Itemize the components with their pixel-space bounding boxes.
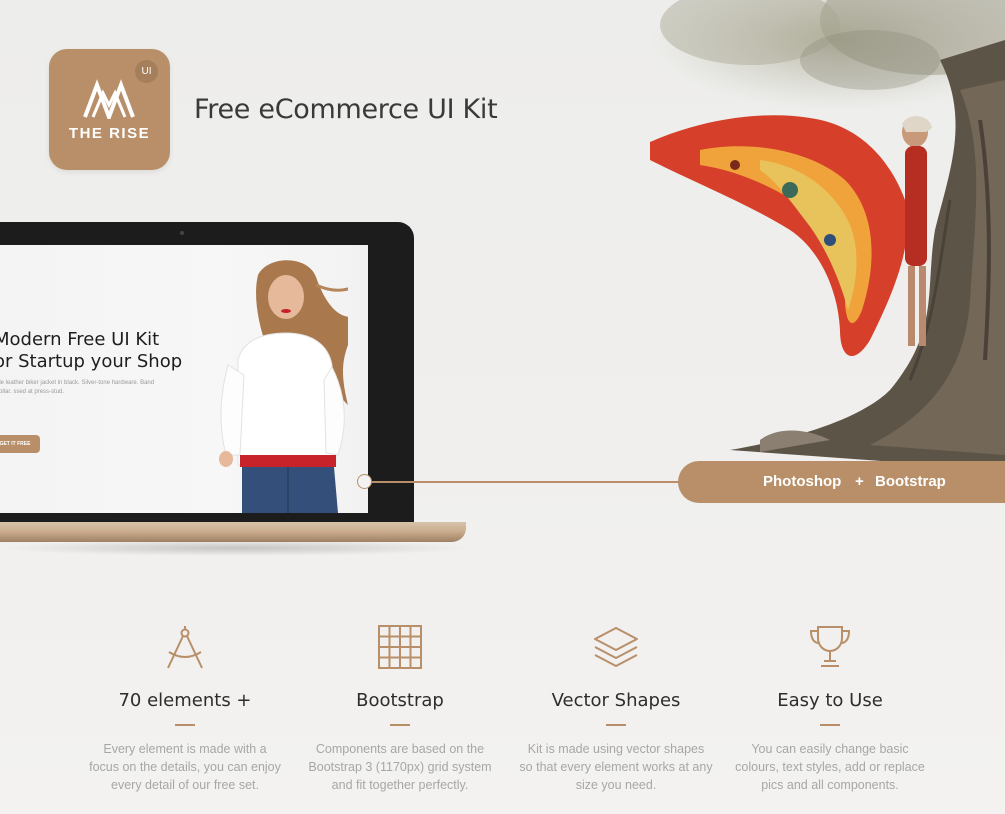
feature-bootstrap: Bootstrap Components are based on the Bo… [295, 622, 505, 794]
mockup-description: ple leather biker jacket in black. Silve… [0, 380, 155, 395]
feature-title: Vector Shapes [551, 690, 681, 711]
page-title: Free eCommerce UI Kit [194, 94, 498, 125]
feature-title: Easy to Use [777, 690, 883, 711]
brand-name: THE RISE [68, 125, 151, 142]
feature-easy-to-use: Easy to Use You can easily change basic … [725, 622, 935, 794]
feature-title: Bootstrap [356, 690, 444, 711]
feature-divider [820, 724, 840, 726]
laptop-camera [180, 231, 184, 235]
feature-description: Components are based on the Bootstrap 3 … [308, 741, 492, 792]
feature-elements: 70 elements + Every element is made with… [80, 622, 290, 794]
feature-vector-shapes: Vector Shapes Kit is made using vector s… [511, 622, 721, 794]
photoshop-label: Photoshop [763, 473, 842, 490]
feature-divider [175, 724, 195, 726]
ui-badge: UI [135, 60, 158, 83]
rise-mountain-icon [83, 79, 135, 119]
grid-icon [378, 625, 422, 669]
tech-stack-badge: Photoshop + Bootstrap [678, 461, 1005, 503]
laptop-mockup: Modern Free UI Kit or Startup your Shop … [0, 222, 414, 524]
tree-with-model-illustration [650, 0, 1005, 470]
mockup-headline: Modern Free UI Kit or Startup your Shop [0, 329, 183, 372]
laptop-base [0, 522, 466, 542]
mockup-get-it-free-button[interactable]: GET IT FREE [0, 435, 40, 453]
bootstrap-label: Bootstrap [875, 473, 946, 490]
compass-icon [167, 626, 203, 669]
trophy-icon [809, 626, 851, 667]
connector-line [372, 481, 680, 483]
brand-logo[interactable]: UI THE RISE [49, 49, 170, 170]
feature-divider [606, 724, 626, 726]
plus-label: + [855, 473, 864, 490]
feature-title: 70 elements + [118, 690, 252, 711]
connector-dot [357, 474, 372, 489]
model-woman-image [219, 260, 348, 513]
feature-description: Kit is made using vector shapes so that … [519, 741, 713, 792]
laptop-screen: Modern Free UI Kit or Startup your Shop … [0, 245, 368, 513]
feature-description: You can easily change basic colours, tex… [735, 741, 925, 792]
feature-description: Every element is made with a focus on th… [89, 741, 281, 792]
laptop-shadow [0, 540, 470, 556]
feature-divider [390, 724, 410, 726]
layers-icon [594, 627, 638, 667]
